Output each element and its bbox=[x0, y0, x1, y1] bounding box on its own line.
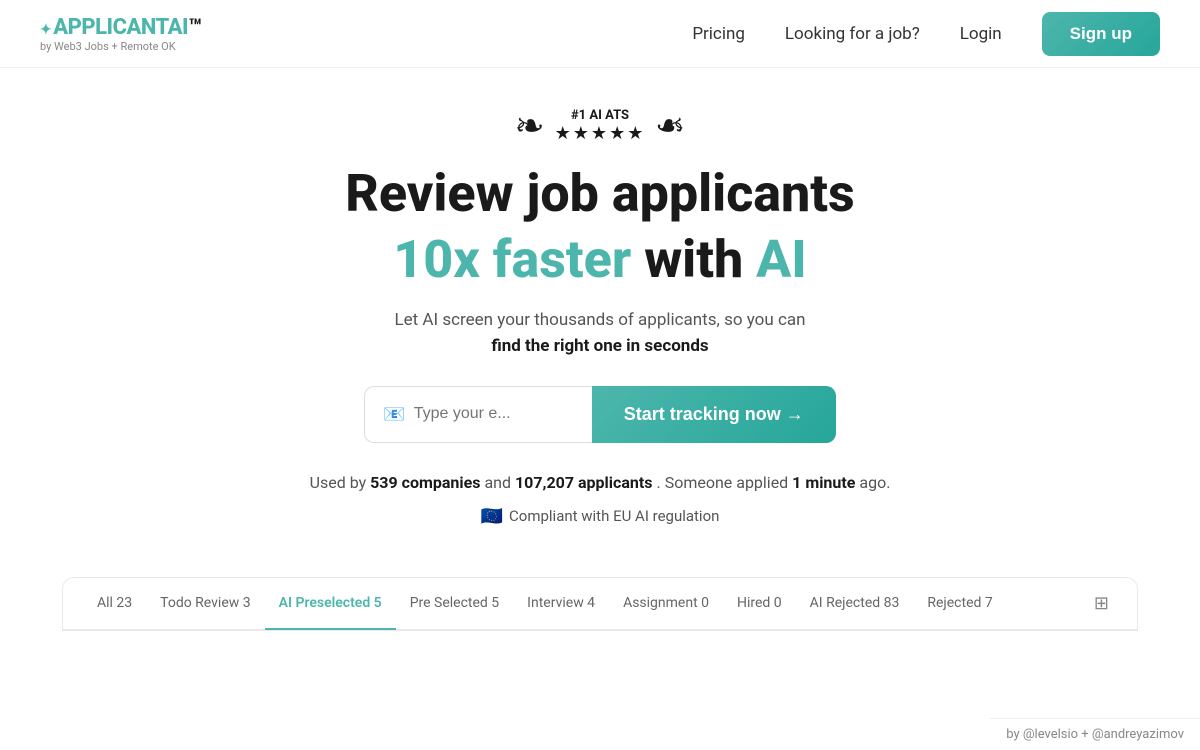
badge-rank: #1 AI ATS bbox=[555, 108, 646, 123]
hero-title-line2: 10x faster with AI bbox=[20, 230, 1180, 290]
eu-text: Compliant with EU AI regulation bbox=[509, 507, 719, 525]
hero-ai: AI bbox=[756, 229, 807, 290]
eu-flag-icon: 🇪🇺 bbox=[481, 506, 503, 527]
badge-stars: ★★★★★ bbox=[555, 123, 646, 144]
logo-accent: AI bbox=[168, 15, 188, 40]
stats-and: and bbox=[484, 473, 511, 492]
stats-someone: . Someone applied bbox=[657, 473, 789, 492]
hero-sub-bold: find the right one in seconds bbox=[20, 336, 1180, 356]
cta-button[interactable]: Start tracking now → bbox=[592, 386, 836, 443]
hero-with: with bbox=[644, 229, 756, 290]
navbar: ✦APPLICANTAI™ by Web3 Jobs + Remote OK P… bbox=[0, 0, 1200, 68]
laurel-right-icon: ❧ bbox=[655, 108, 685, 144]
footer-credit: by @levelsio + @andreyazimov bbox=[990, 718, 1200, 750]
nav-login[interactable]: Login bbox=[960, 24, 1002, 44]
tab-bar: All 23Todo Review 3AI Preselected 5Pre S… bbox=[63, 578, 1137, 630]
tab-item-7[interactable]: AI Rejected 83 bbox=[796, 578, 914, 630]
eu-badge: 🇪🇺 Compliant with EU AI regulation bbox=[20, 506, 1180, 527]
logo-star-icon: ✦ bbox=[40, 22, 51, 38]
logo: ✦APPLICANTAI™ by Web3 Jobs + Remote OK bbox=[40, 15, 201, 53]
stats-applicants: 107,207 applicants bbox=[515, 473, 653, 492]
cta-area: 📧 Start tracking now → bbox=[20, 386, 1180, 443]
cta-label: Start tracking now → bbox=[624, 404, 804, 425]
hero-10x: 10x faster bbox=[393, 229, 631, 290]
grid-view-icon[interactable]: ⊞ bbox=[1086, 593, 1117, 614]
nav-pricing[interactable]: Pricing bbox=[692, 24, 745, 44]
nav-jobs[interactable]: Looking for a job? bbox=[785, 24, 920, 44]
tab-item-6[interactable]: Hired 0 bbox=[723, 578, 796, 630]
stats-suffix: ago. bbox=[859, 473, 890, 492]
email-input-wrap: 📧 bbox=[364, 386, 591, 443]
stats-text: Used by 539 companies and 107,207 applic… bbox=[20, 473, 1180, 492]
logo-text: ✦APPLICANTAI™ bbox=[40, 15, 201, 40]
email-input[interactable] bbox=[414, 405, 574, 423]
email-icon: 📧 bbox=[383, 404, 405, 425]
stats-time: 1 minute bbox=[792, 473, 855, 492]
table-section: All 23Todo Review 3AI Preselected 5Pre S… bbox=[62, 577, 1138, 631]
hero-sub: Let AI screen your thousands of applican… bbox=[20, 310, 1180, 330]
tab-item-2[interactable]: AI Preselected 5 bbox=[265, 578, 396, 630]
tab-item-8[interactable]: Rejected 7 bbox=[913, 578, 1006, 630]
laurel-left-icon: ❧ bbox=[514, 108, 544, 144]
tab-item-3[interactable]: Pre Selected 5 bbox=[396, 578, 513, 630]
tab-item-5[interactable]: Assignment 0 bbox=[609, 578, 723, 630]
nav-links: Pricing Looking for a job? Login Sign up bbox=[692, 12, 1160, 56]
tab-item-4[interactable]: Interview 4 bbox=[513, 578, 609, 630]
badge-area: ❧ #1 AI ATS ★★★★★ ❧ bbox=[20, 108, 1180, 144]
tab-item-0[interactable]: All 23 bbox=[83, 578, 146, 630]
logo-subtitle: by Web3 Jobs + Remote OK bbox=[40, 40, 201, 53]
hero-title-line1: Review job applicants bbox=[20, 164, 1180, 224]
signup-button[interactable]: Sign up bbox=[1042, 12, 1160, 56]
stats-companies: 539 companies bbox=[370, 473, 480, 492]
credit-text: by @levelsio + @andreyazimov bbox=[1006, 727, 1184, 742]
badge-content: #1 AI ATS ★★★★★ bbox=[555, 108, 646, 144]
hero-section: ❧ #1 AI ATS ★★★★★ ❧ Review job applicant… bbox=[0, 68, 1200, 547]
tab-item-1[interactable]: Todo Review 3 bbox=[146, 578, 264, 630]
logo-main: APPLICANT bbox=[53, 15, 167, 40]
stats-prefix: Used by bbox=[310, 473, 367, 492]
